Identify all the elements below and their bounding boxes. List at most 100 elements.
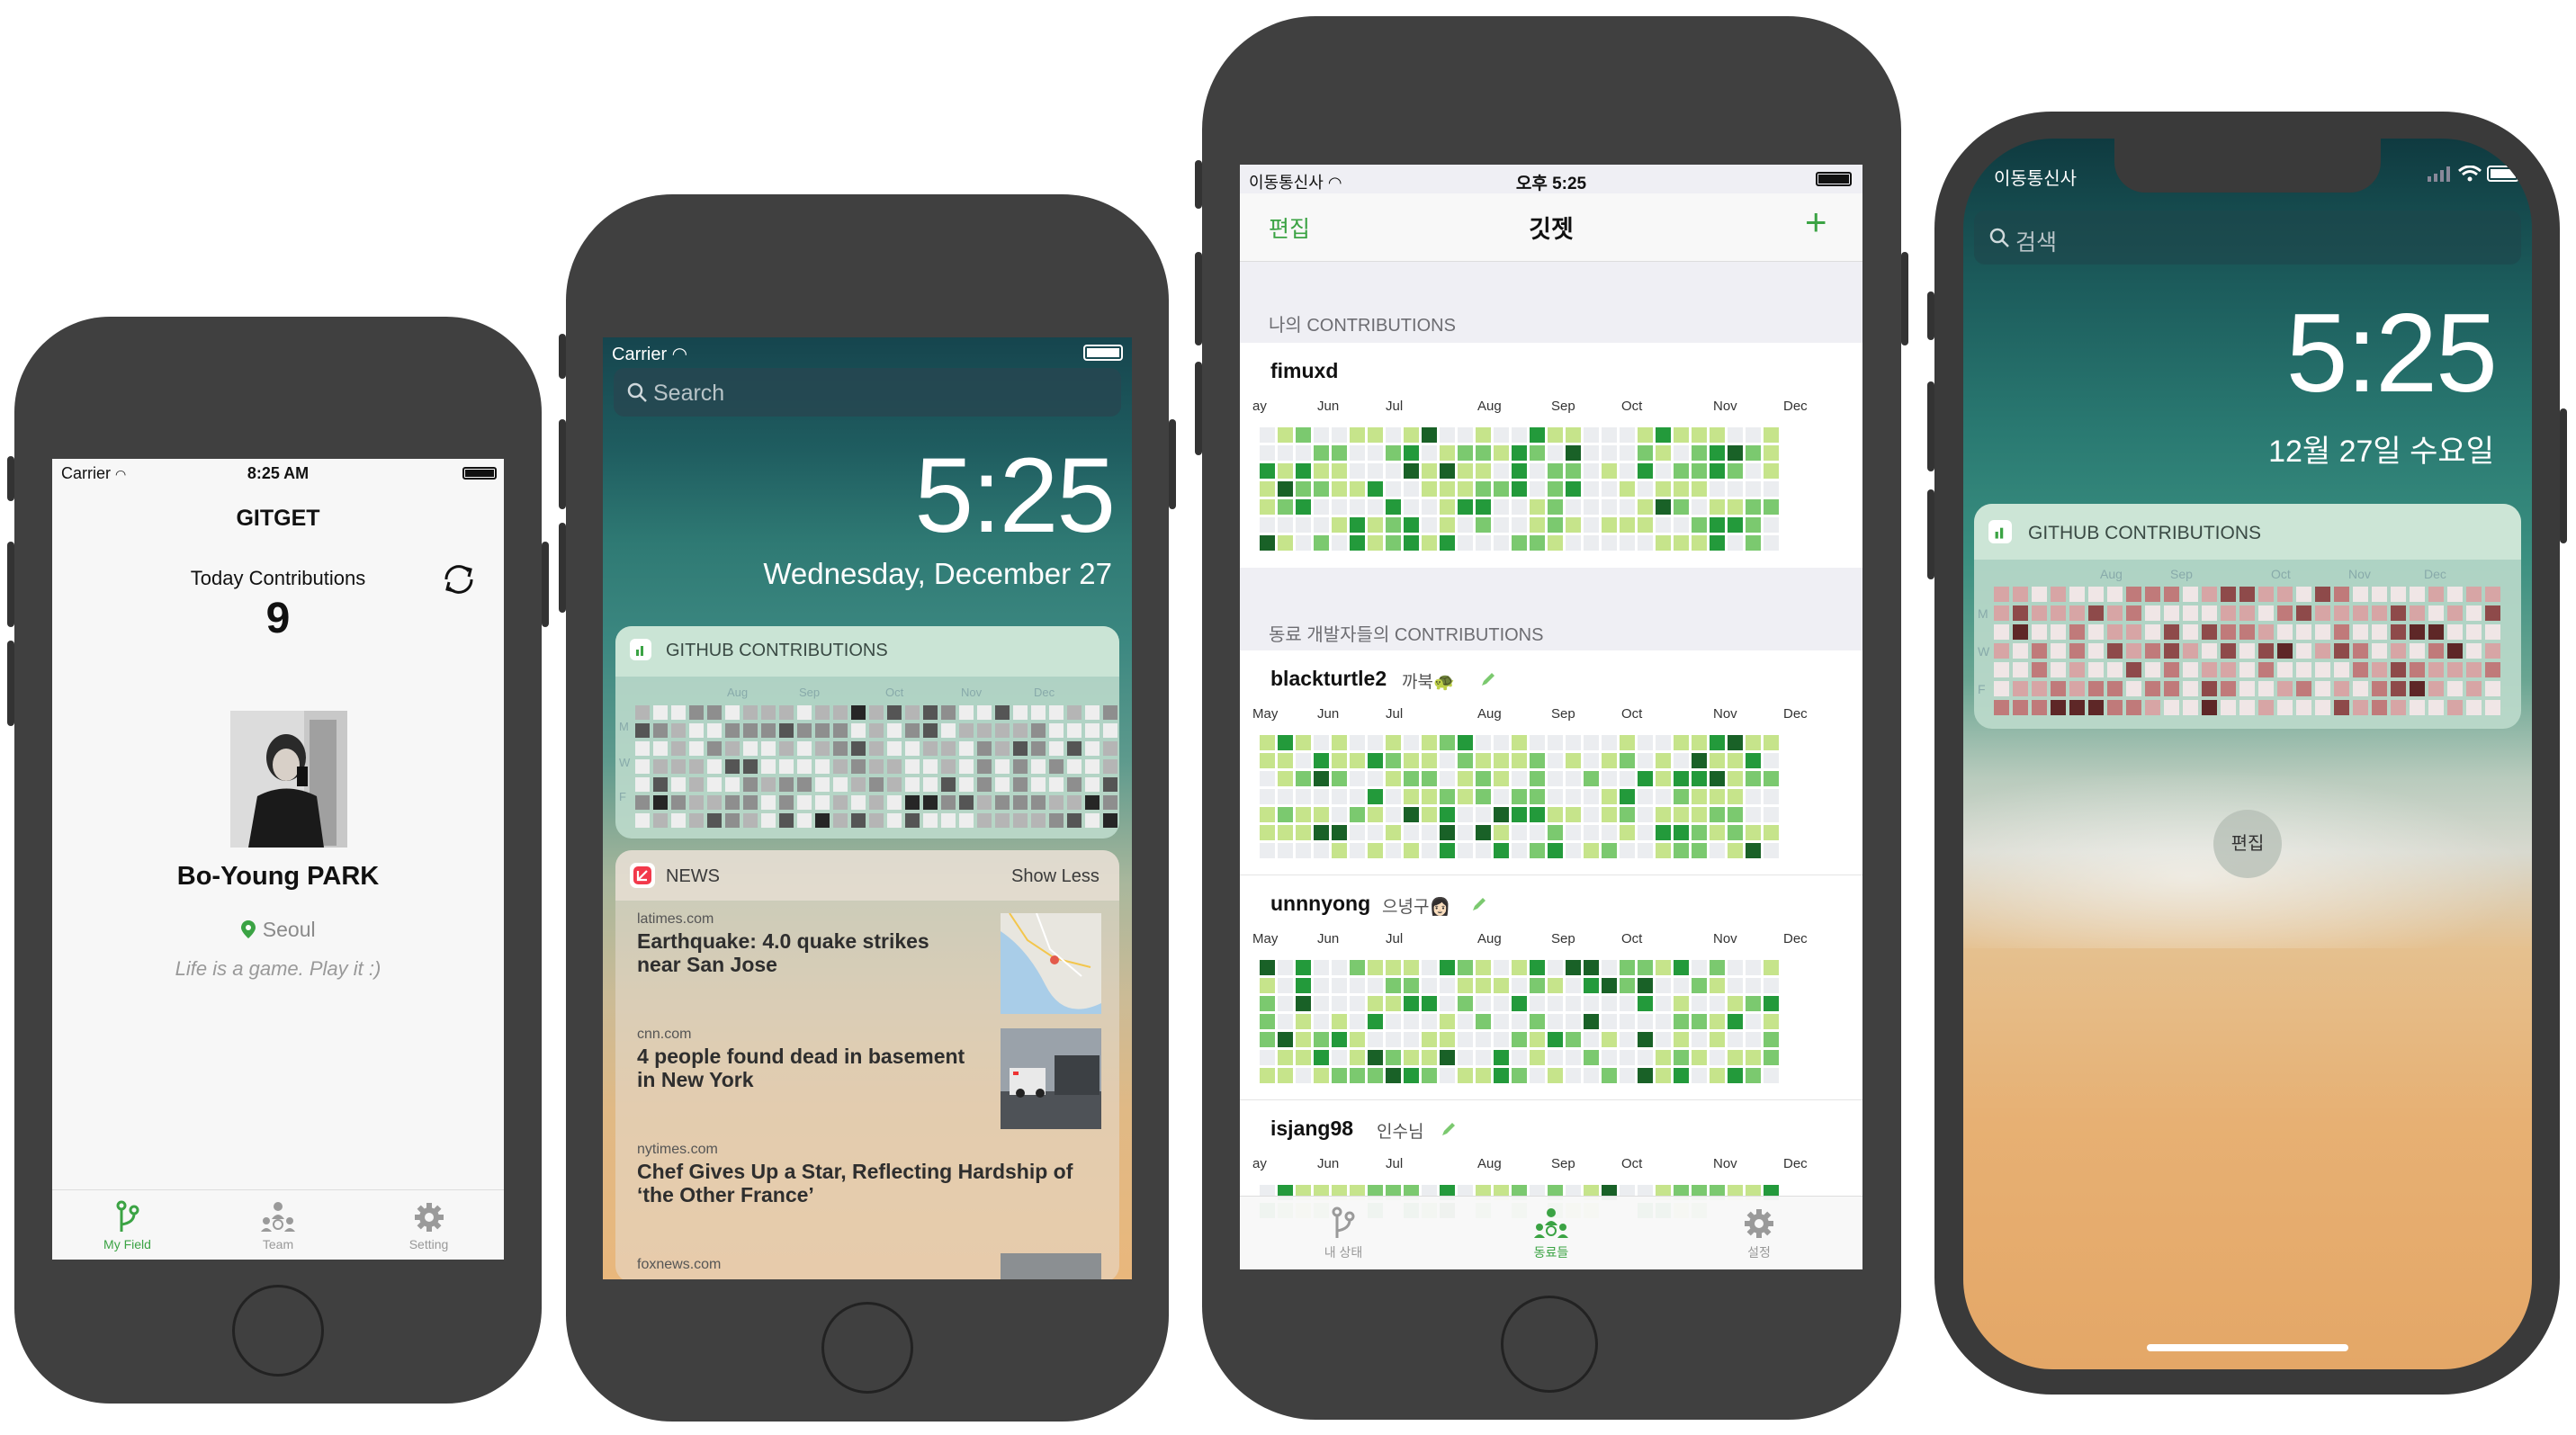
contribution-cell [635,759,650,774]
pencil-icon[interactable] [1479,670,1497,688]
teammate-cell[interactable]: isjang98 인수님 ay Jun Jul Aug Sep Oct Nov Dec [1240,1100,1862,1218]
contribution-cell [833,795,848,810]
contribution-cell [1440,499,1455,515]
pencil-icon[interactable] [1440,1120,1458,1138]
contribution-cell [743,741,758,756]
contribution-cell [1494,771,1509,786]
contribution-cell [1530,996,1545,1011]
contribution-cell [797,777,812,792]
contribution-cell [1512,1014,1527,1029]
news-widget[interactable]: NEWS Show Less latimes.com Earthquake: 4… [615,850,1119,1279]
contribution-cell [1332,960,1347,975]
contribution-cell [1584,1050,1599,1065]
contribution-cell [815,741,830,756]
contribution-cell [1746,996,1761,1011]
contribution-cell [1404,1068,1419,1083]
month-label: Aug [1477,1156,1502,1171]
contribution-cell [1314,789,1329,804]
teammate-cell[interactable]: unnnyong 으녕구👩🏻 May Jun Jul Aug Sep Oct Nov Dec [1240,875,1862,1100]
tab-setting[interactable]: Setting [354,1190,504,1260]
contribution-cell [2258,587,2274,602]
contribution-cell [1260,960,1275,975]
contribution-cell [2258,643,2274,659]
contribution-cell [1386,517,1401,533]
contribution-cell [2183,662,2198,677]
contribution-cell [2069,587,2085,602]
news-source: cnn.com [637,1027,692,1042]
notch [2114,139,2381,193]
contribution-cell [1440,978,1455,993]
show-less-button[interactable]: Show Less [1011,866,1100,887]
contribution-cell [1602,517,1617,533]
contribution-cell [1422,753,1437,768]
contribution-cell [1350,960,1365,975]
contribution-cell [1584,1068,1599,1083]
contribution-cell [1260,1014,1275,1029]
contribution-cell [815,795,830,810]
github-widget[interactable]: GITHUB CONTRIBUTIONS Aug Sep Oct Nov Dec… [615,626,1119,839]
contribution-cell [1674,843,1689,858]
contribution-cell [1656,445,1671,461]
news-item[interactable]: nytimes.com Chef Gives Up a Star, Reflec… [615,1135,1119,1246]
contribution-cell [1350,771,1365,786]
news-item[interactable]: foxnews.com [615,1250,1119,1279]
contribution-cell [887,777,902,792]
contribution-cell [1422,463,1437,479]
contribution-cell [1728,789,1743,804]
contribution-cell [1386,843,1401,858]
contribution-cell [1368,445,1383,461]
contribution-cell [1350,825,1365,840]
contribution-cell [1530,1068,1545,1083]
contribution-cell [689,705,704,720]
contribution-cell [2258,605,2274,621]
add-button[interactable]: + [1805,201,1827,244]
contribution-cell [1692,517,1707,533]
phone-2: Carrier ◠ Search 5:25 Wednesday, Decembe… [559,194,1176,1422]
contribution-cell [1350,499,1365,515]
home-button[interactable] [821,1302,913,1394]
contribution-cell [2277,624,2293,640]
github-widget[interactable]: GITHUB CONTRIBUTIONS Aug Sep Oct Nov Dec… [1974,504,2521,729]
month-label: Nov [2348,567,2371,581]
contribution-cell [1422,789,1437,804]
tab-team[interactable]: Team [202,1190,354,1260]
contribution-cell [1013,741,1028,756]
contribution-cell [1764,960,1779,975]
home-button[interactable] [1501,1296,1598,1393]
tab-settings[interactable]: 설정 [1656,1197,1862,1269]
search-bar[interactable]: 검색 [1974,211,2521,265]
month-label: Jun [1317,399,1340,414]
contribution-cell [797,795,812,810]
contribution-cell [779,795,794,810]
contribution-cell [1278,996,1293,1011]
tab-my-field[interactable]: My Field [52,1190,202,1260]
tab-colleagues[interactable]: 동료들 [1448,1197,1655,1269]
contribution-cell [1260,1032,1275,1047]
news-item[interactable]: latimes.com Earthquake: 4.0 quake strike… [615,904,1119,1016]
edit-button[interactable]: 편집 [2213,810,2282,878]
search-bar[interactable]: Search [614,368,1121,417]
home-button[interactable] [232,1285,324,1377]
contribution-cell [671,813,686,828]
contribution-cell [1764,499,1779,515]
contribution-cell [1620,807,1635,822]
contribution-cell [1296,825,1311,840]
contribution-cell [707,705,722,720]
contribution-cell [977,723,992,738]
contribution-cell [1278,735,1293,750]
contribution-cell [2466,662,2482,677]
my-contribution-cell[interactable]: fimuxd ay Jun Jul Aug Sep Oct Nov Dec [1240,343,1862,568]
tab-my-status[interactable]: 내 상태 [1240,1197,1447,1269]
contribution-cell [1494,753,1509,768]
pencil-icon[interactable] [1470,895,1488,913]
contribution-cell [1332,1050,1347,1065]
contribution-cell [1584,535,1599,551]
contribution-cell [1494,735,1509,750]
contribution-cell [1710,499,1725,515]
home-indicator[interactable] [2147,1344,2348,1351]
news-item[interactable]: cnn.com 4 people found dead in basement … [615,1019,1119,1131]
contribution-cell [1638,1014,1653,1029]
tab-label: Setting [408,1237,449,1251]
contribution-cell [1994,643,2009,659]
teammate-cell[interactable]: blackturtle2 까북🐢 May Jun Jul Aug Sep Oct Nov De… [1240,650,1862,875]
